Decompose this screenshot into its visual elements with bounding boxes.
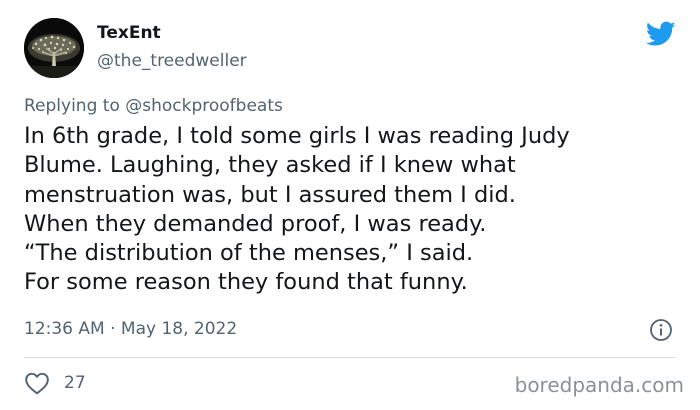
watermark: boredpanda.com <box>514 373 684 397</box>
twitter-bird-icon[interactable] <box>646 21 676 47</box>
replying-to-label: Replying to <box>24 96 120 116</box>
reply-mention-link[interactable]: @shockproofbeats <box>125 96 283 116</box>
tweet-text-line: When they demanded proof, I was ready. <box>24 210 487 237</box>
tweet-text-line: “The distribution of the menses,” I said… <box>24 240 474 267</box>
heart-icon[interactable] <box>24 371 50 395</box>
info-icon[interactable] <box>649 318 673 342</box>
tweet-header: TexEnt @the_treedweller <box>24 18 684 80</box>
tweet-date: May 18, 2022 <box>120 319 238 339</box>
tweet-text: In 6th grade, I told some girls I was re… <box>24 122 684 298</box>
tree-avatar-icon <box>24 18 84 78</box>
avatar[interactable] <box>24 18 84 78</box>
display-name[interactable]: TexEnt <box>97 23 161 43</box>
divider <box>24 357 676 358</box>
tweet-timestamp[interactable]: 12:36 AM · May 18, 2022 <box>24 319 237 339</box>
meta-separator: · <box>110 319 116 339</box>
tweet-time: 12:36 AM <box>24 319 105 339</box>
tweet-text-line: Blume. Laughing, they asked if I knew wh… <box>24 152 516 179</box>
user-handle[interactable]: @the_treedweller <box>97 51 247 71</box>
tweet-text-line: For some reason they found that funny. <box>24 269 468 296</box>
tweet-text-line: In 6th grade, I told some girls I was re… <box>24 123 570 149</box>
tweet-text-line: menstruation was, but I assured them I d… <box>24 181 516 208</box>
like-count: 27 <box>64 373 86 393</box>
replying-to: Replying to @shockproofbeats <box>24 96 283 116</box>
